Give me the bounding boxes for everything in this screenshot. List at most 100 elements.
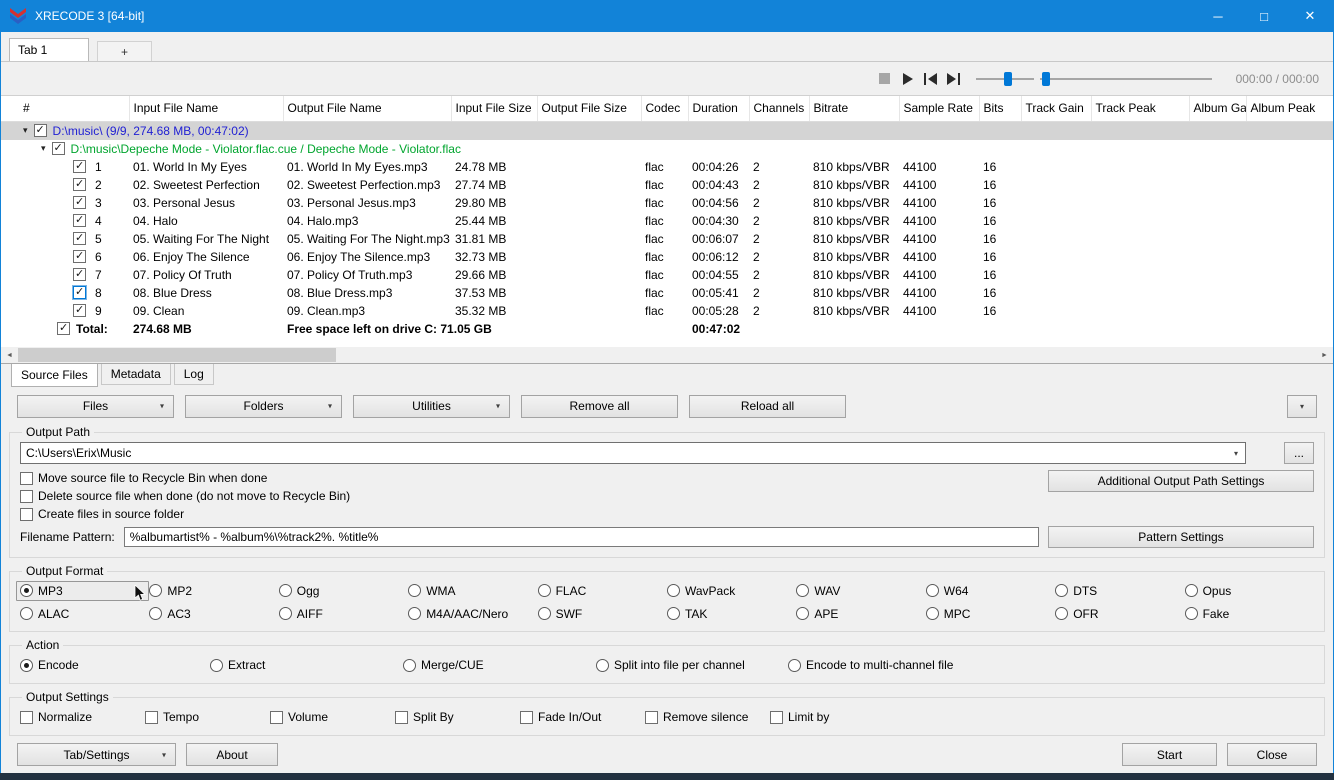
tab-log[interactable]: Log bbox=[173, 364, 214, 385]
minimize-button[interactable]: ─ bbox=[1195, 0, 1241, 32]
row-checkbox[interactable] bbox=[73, 177, 86, 191]
utilities-button[interactable]: Utilities ▾ bbox=[353, 394, 510, 418]
format-option-tak[interactable]: TAK bbox=[666, 607, 796, 621]
setting-split-by[interactable]: Split By bbox=[395, 709, 520, 725]
position-slider[interactable] bbox=[1039, 70, 1212, 88]
checkbox-icon[interactable] bbox=[520, 710, 533, 724]
option-move-source-file-to-recycle-bin-when-done[interactable]: Move source file to Recycle Bin when don… bbox=[20, 470, 350, 486]
format-option-ofr[interactable]: OFR bbox=[1055, 607, 1184, 621]
expand-arrow-icon[interactable]: ▾ bbox=[41, 143, 46, 154]
reload-all-button[interactable]: Reload all bbox=[689, 394, 846, 418]
more-options-button[interactable]: ▾ bbox=[1287, 394, 1317, 418]
option-create-files-in-source-folder[interactable]: Create files in source folder bbox=[20, 506, 350, 522]
previous-track-button[interactable] bbox=[921, 70, 941, 88]
tab-metadata[interactable]: Metadata bbox=[100, 364, 171, 385]
checkbox-icon[interactable] bbox=[20, 489, 33, 503]
row-checkbox[interactable] bbox=[57, 321, 70, 335]
format-option-wma[interactable]: WMA bbox=[408, 584, 537, 598]
track-row[interactable]: 5 05. Waiting For The Night 05. Waiting Fo… bbox=[1, 230, 1333, 248]
format-option-ape[interactable]: APE bbox=[796, 607, 925, 621]
start-button[interactable]: Start bbox=[1122, 743, 1217, 766]
format-option-mpc[interactable]: MPC bbox=[925, 607, 1055, 621]
tab-source-files[interactable]: Source Files bbox=[11, 364, 98, 387]
column-header-codec[interactable]: Codec bbox=[641, 96, 689, 122]
total-row[interactable]: Total: 274.68 MB Free space left on drive … bbox=[1, 320, 1333, 338]
slider-thumb[interactable] bbox=[1003, 71, 1012, 86]
files-button[interactable]: Files ▾ bbox=[17, 394, 174, 418]
add-tab-button[interactable]: + bbox=[97, 41, 152, 61]
expand-arrow-icon[interactable]: ▾ bbox=[23, 125, 28, 136]
checkbox-icon[interactable] bbox=[645, 710, 658, 724]
column-header-channels[interactable]: Channels bbox=[749, 96, 810, 122]
checkbox-icon[interactable] bbox=[270, 710, 283, 724]
action-option-encode[interactable]: Encode bbox=[20, 658, 210, 672]
action-option-extract[interactable]: Extract bbox=[210, 658, 403, 672]
format-option-aiff[interactable]: AIFF bbox=[278, 607, 408, 621]
track-row[interactable]: 3 03. Personal Jesus 03. Personal Jesus.mp… bbox=[1, 194, 1333, 212]
format-option-dts[interactable]: DTS bbox=[1055, 584, 1184, 598]
scroll-right-icon[interactable]: ► bbox=[1316, 347, 1333, 363]
folders-button[interactable]: Folders ▾ bbox=[185, 394, 342, 418]
action-option-encode-to-multi-channel-file[interactable]: Encode to multi-channel file bbox=[788, 658, 953, 672]
setting-fade-in-out[interactable]: Fade In/Out bbox=[520, 709, 645, 725]
column-header-duration[interactable]: Duration bbox=[688, 96, 750, 122]
track-row[interactable]: 4 04. Halo 04. Halo.mp3 25.44 MB flac 00:04:3… bbox=[1, 212, 1333, 230]
row-checkbox[interactable] bbox=[73, 267, 86, 281]
play-button[interactable] bbox=[898, 70, 918, 88]
stop-button[interactable] bbox=[875, 70, 895, 88]
track-row[interactable]: 9 09. Clean 09. Clean.mp3 35.32 MB flac 00:05… bbox=[1, 302, 1333, 320]
option-delete-source-file-when-done-do-not-move-to-recycle-bin[interactable]: Delete source file when done (do not mov… bbox=[20, 488, 350, 504]
checkbox-icon[interactable] bbox=[20, 710, 33, 724]
row-checkbox[interactable] bbox=[51, 141, 65, 155]
track-row[interactable]: 7 07. Policy Of Truth 07. Policy Of Truth.… bbox=[1, 266, 1333, 284]
next-track-button[interactable] bbox=[944, 70, 964, 88]
pattern-settings-button[interactable]: Pattern Settings bbox=[1048, 526, 1314, 548]
checkbox-icon[interactable] bbox=[395, 710, 408, 724]
format-option-wavpack[interactable]: WavPack bbox=[666, 584, 796, 598]
setting-remove-silence[interactable]: Remove silence bbox=[645, 709, 770, 725]
column-header-bits[interactable]: Bits bbox=[979, 96, 1022, 122]
track-row[interactable]: 1 01. World In My Eyes 01. World In My Eye… bbox=[1, 158, 1333, 176]
column-header-track-gain[interactable]: Track Gain bbox=[1021, 96, 1092, 122]
remove-all-button[interactable]: Remove all bbox=[521, 394, 678, 418]
column-header-sample-rate[interactable]: Sample Rate bbox=[899, 96, 980, 122]
row-checkbox[interactable] bbox=[73, 231, 86, 245]
track-row[interactable]: 8 08. Blue Dress 08. Blue Dress.mp3 37.53 M… bbox=[1, 284, 1333, 302]
track-row[interactable]: 6 06. Enjoy The Silence 06. Enjoy The Sile… bbox=[1, 248, 1333, 266]
scrollbar-thumb[interactable] bbox=[18, 348, 336, 362]
scrollbar-track[interactable] bbox=[18, 347, 1316, 363]
row-checkbox[interactable] bbox=[33, 123, 47, 137]
format-option-swf[interactable]: SWF bbox=[537, 607, 667, 621]
column-header-album-peak[interactable]: Album Peak bbox=[1246, 96, 1333, 122]
group-row[interactable]: ▾ D:\music\ (9/9, 274.68 MB, 00:47:02) bbox=[1, 121, 1333, 140]
additional-output-path-settings-button[interactable]: Additional Output Path Settings bbox=[1048, 470, 1314, 492]
format-option-w64[interactable]: W64 bbox=[925, 584, 1055, 598]
format-option-fake[interactable]: Fake bbox=[1184, 607, 1314, 621]
close-button[interactable]: Close bbox=[1227, 743, 1317, 766]
format-option-ac3[interactable]: AC3 bbox=[149, 607, 278, 621]
tab-settings-button[interactable]: Tab/Settings ▾ bbox=[17, 743, 176, 766]
setting-tempo[interactable]: Tempo bbox=[145, 709, 270, 725]
column-header-bitrate[interactable]: Bitrate bbox=[809, 96, 900, 122]
checkbox-icon[interactable] bbox=[145, 710, 158, 724]
browse-button[interactable]: ... bbox=[1284, 442, 1314, 464]
format-option-alac[interactable]: ALAC bbox=[20, 607, 149, 621]
row-checkbox[interactable] bbox=[73, 303, 86, 317]
horizontal-scrollbar[interactable]: ◄ ► bbox=[1, 347, 1333, 364]
output-path-combobox[interactable]: C:\Users\Erix\Music ▾ bbox=[20, 442, 1246, 464]
row-checkbox[interactable] bbox=[73, 213, 86, 227]
about-button[interactable]: About bbox=[186, 743, 278, 766]
column-header-album-gain[interactable]: Album Gain bbox=[1189, 96, 1247, 122]
close-window-button[interactable]: ✕ bbox=[1287, 0, 1333, 32]
column-header-output-file-size[interactable]: Output File Size bbox=[537, 96, 642, 122]
column-header-num[interactable]: # bbox=[1, 96, 130, 122]
slider-thumb[interactable] bbox=[1041, 71, 1050, 86]
format-option-mp2[interactable]: MP2 bbox=[149, 584, 278, 598]
maximize-button[interactable]: □ bbox=[1241, 0, 1287, 32]
album-row[interactable]: ▾ D:\music\Depeche Mode - Violator.flac.c… bbox=[1, 140, 1333, 158]
row-checkbox[interactable] bbox=[73, 159, 86, 173]
column-header-input-file-name[interactable]: Input File Name bbox=[129, 96, 284, 122]
setting-volume[interactable]: Volume bbox=[270, 709, 395, 725]
track-row[interactable]: 2 02. Sweetest Perfection 02. Sweetest Per… bbox=[1, 176, 1333, 194]
format-option-m4a-aac-nero[interactable]: M4A/AAC/Nero bbox=[408, 607, 537, 621]
